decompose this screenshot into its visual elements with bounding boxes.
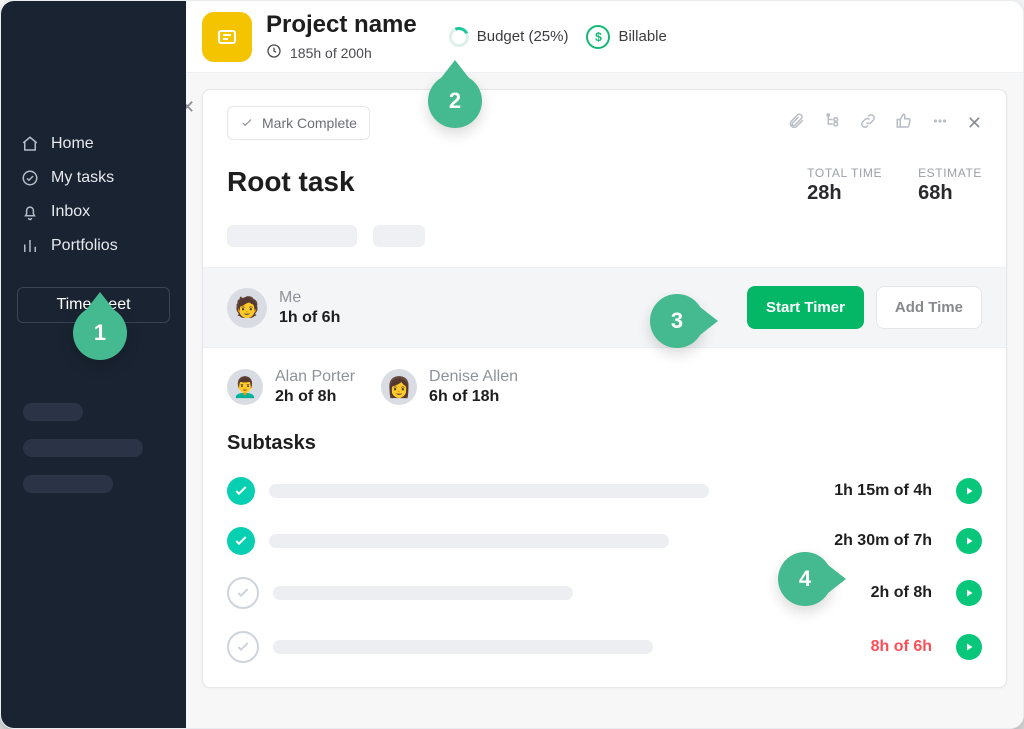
more-icon[interactable] — [931, 112, 949, 135]
chip-billable: $ Billable — [586, 25, 666, 49]
bell-icon — [21, 203, 39, 221]
callout-1: 1 — [73, 306, 127, 360]
subtask-title-skeleton — [269, 534, 669, 548]
collaborator: 👩 Denise Allen 6h of 18h — [381, 368, 518, 406]
sidebar: Home My tasks Inbox — [1, 1, 186, 728]
collaborators: 👨‍🦱 Alan Porter 2h of 8h 👩 Denise Allen — [227, 368, 982, 406]
assignee-time: 1h of 6h — [279, 309, 340, 327]
play-icon[interactable] — [956, 478, 982, 504]
subtask-time: 1h 15m of 4h — [812, 482, 932, 500]
avatar: 👩 — [381, 369, 417, 405]
callout-2: 2 — [428, 74, 482, 128]
subtask-row[interactable]: 2h 30m of 7h — [227, 527, 982, 555]
subtask-row[interactable]: 8h of 6h — [227, 631, 982, 663]
close-icon[interactable]: ✕ — [186, 97, 195, 118]
avatar: 🧑 — [227, 288, 267, 328]
check-done-icon[interactable] — [227, 527, 255, 555]
bars-icon — [21, 237, 39, 255]
start-timer-button[interactable]: Start Timer — [747, 286, 864, 329]
subtasks-heading: Subtasks — [227, 432, 982, 455]
sidebar-item-inbox[interactable]: Inbox — [1, 195, 186, 229]
subtask-row[interactable]: 1h 15m of 4h — [227, 477, 982, 505]
task-card: Mark Complete ✕ — [202, 89, 1007, 688]
assignee-row: 🧑 Me 1h of 6h Start Timer Add Time — [203, 267, 1006, 348]
add-time-button[interactable]: Add Time — [876, 286, 982, 329]
sidebar-item-home[interactable]: Home — [1, 127, 186, 161]
close-pane-icon[interactable]: ✕ — [967, 114, 982, 132]
task-actions: ✕ — [787, 112, 982, 135]
callout-4: 4 — [778, 552, 832, 606]
check-done-icon[interactable] — [227, 477, 255, 505]
subtask-title-skeleton — [273, 640, 653, 654]
sidebar-nav: Home My tasks Inbox — [1, 121, 186, 273]
subtask-row[interactable]: 2h of 8h — [227, 577, 982, 609]
sidebar-item-portfolios[interactable]: Portfolios — [1, 229, 186, 263]
sidebar-item-label: Inbox — [51, 203, 90, 221]
main: Project name 185h of 200h Budget (25%) — [186, 1, 1023, 728]
subtask-title-skeleton — [269, 484, 709, 498]
dollar-icon: $ — [586, 25, 610, 49]
attachment-icon[interactable] — [787, 112, 805, 135]
check-circle-icon — [21, 169, 39, 187]
sidebar-item-label: Home — [51, 135, 94, 153]
project-progress: 185h of 200h — [266, 43, 417, 62]
home-icon — [21, 135, 39, 153]
play-icon[interactable] — [956, 580, 982, 606]
sidebar-item-my-tasks[interactable]: My tasks — [1, 161, 186, 195]
mark-complete-button[interactable]: Mark Complete — [227, 106, 370, 140]
callout-3: 3 — [650, 294, 704, 348]
project-header: Project name 185h of 200h Budget (25%) — [186, 1, 1023, 73]
avatar: 👨‍🦱 — [227, 369, 263, 405]
chip-budget: Budget (25%) — [449, 27, 569, 47]
sidebar-item-label: Portfolios — [51, 237, 118, 255]
link-icon[interactable] — [859, 112, 877, 135]
play-icon[interactable] — [956, 634, 982, 660]
subtask-time: 8h of 6h — [812, 638, 932, 656]
subtask-title-skeleton — [273, 586, 573, 600]
sidebar-item-label: My tasks — [51, 169, 114, 187]
sidebar-skeleton — [1, 403, 186, 493]
check-todo-icon[interactable] — [227, 577, 259, 609]
collaborator: 👨‍🦱 Alan Porter 2h of 8h — [227, 368, 355, 406]
skeleton-row — [227, 225, 982, 247]
project-title: Project name — [266, 11, 417, 39]
thumbs-up-icon[interactable] — [895, 112, 913, 135]
play-icon[interactable] — [956, 528, 982, 554]
total-time-stat: TOTAL TIME 28h — [807, 166, 882, 205]
progress-ring-icon — [449, 27, 469, 47]
subtask-icon[interactable] — [823, 112, 841, 135]
content: ✕ Mark Complete — [186, 73, 1023, 728]
estimate-stat: ESTIMATE 68h — [918, 166, 982, 205]
project-icon — [202, 12, 252, 62]
subtask-time: 2h 30m of 7h — [812, 532, 932, 550]
clock-icon — [266, 43, 282, 62]
assignee-name: Me — [279, 289, 340, 307]
project-chips: Budget (25%) $ Billable — [449, 25, 667, 49]
task-title: Root task — [227, 166, 355, 198]
check-todo-icon[interactable] — [227, 631, 259, 663]
